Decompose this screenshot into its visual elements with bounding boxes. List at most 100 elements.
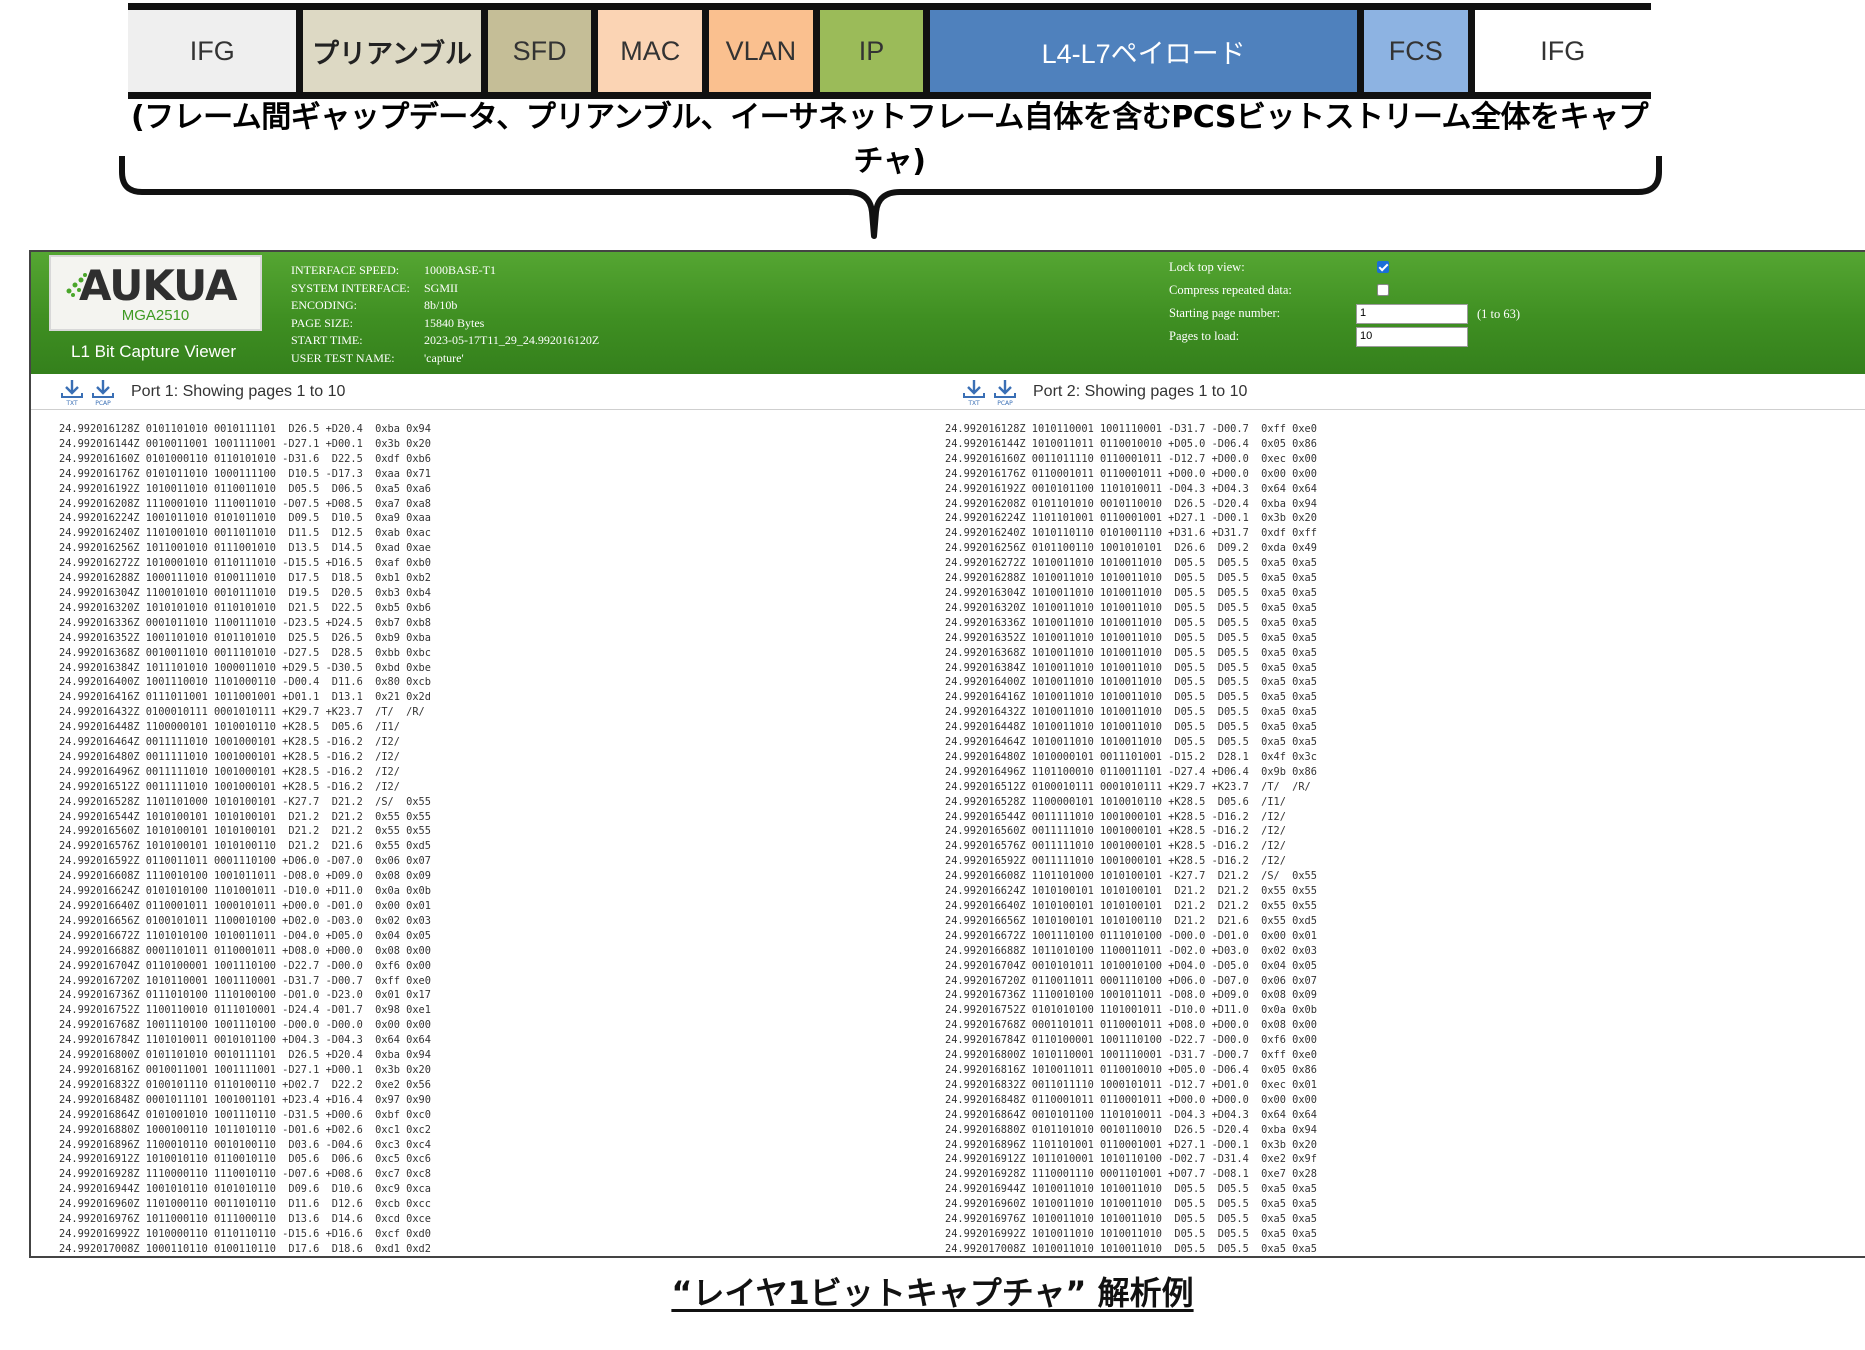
capture-line: 24.992016384Z 1010011010 1010011010 D05.… [945,661,1317,674]
capture-line: 24.992016544Z 1010100101 1010100101 D21.… [59,810,431,823]
svg-text:TXT: TXT [65,400,78,406]
compress-repeated-label: Compress repeated data: [1169,283,1292,297]
capture-line: 24.992016528Z 1100000101 1010010110 +K28… [945,795,1286,808]
info-value: 'capture' [424,350,464,365]
capture-line: 24.992016352Z 1001101010 0101101010 D25.… [59,631,431,644]
analysis-example-caption-text: “レイヤ1ビットキャプチャ” 解析例 [671,1274,1194,1312]
capture-line: 24.992016864Z 0101001010 1001110110 -D31… [59,1108,431,1121]
pcap-download-icon[interactable]: PCAP [89,378,117,406]
svg-text:TXT: TXT [967,400,980,406]
capture-line: 24.992016128Z 0101101010 0010111101 D26.… [59,423,431,435]
capture-line: 24.992016800Z 1010110001 1001110001 -D31… [945,1049,1317,1062]
capture-line: 24.992016224Z 1001011010 0101011010 D09.… [59,512,431,525]
info-label: START TIME: [291,333,363,347]
capture-line: 24.992016608Z 1110010100 1001011011 -D08… [59,870,431,883]
info-value: 2023-05-17T11_29_24.992016120Z [424,333,600,347]
capture-line: 24.992016416Z 1010011010 1010011010 D05.… [945,691,1317,704]
capture-line: 24.992016960Z 1010011010 1010011010 D05.… [945,1198,1317,1211]
txt-download-icon[interactable]: TXT [59,378,85,406]
capture-line: 24.992016336Z 0001011010 1100111010 -D23… [59,616,431,629]
capture-line: 24.992016512Z 0011111010 1001000101 +K28… [59,780,400,793]
capture-line: 24.992016928Z 1110000110 1110010110 -D07… [59,1168,431,1181]
info-row-user-test-name: USER TEST NAME: 'capture' [291,350,599,368]
frame-segment-ifg: IFG [128,10,297,92]
capture-line: 24.992016496Z 0011111010 1001000101 +K28… [59,765,400,778]
capture-line: 24.992016976Z 1011000110 0111000110 D13.… [59,1213,431,1226]
capture-line: 24.992016928Z 1110001110 0001101001 +D07… [945,1168,1317,1181]
capture-line: 24.992016832Z 0011011110 1000101011 -D12… [945,1078,1317,1091]
capture-line: 24.992016768Z 1001110100 1001110100 -D00… [59,1019,431,1032]
svg-text:PCAP: PCAP [997,400,1013,406]
curly-brace [119,156,1662,239]
capture-line: 24.992016704Z 0010101011 1010010100 +D04… [945,959,1317,972]
capture-line: 24.992016720Z 0110011011 0001110100 +D06… [945,974,1317,987]
capture-line: 24.992016208Z 1110001010 1110011010 -D07… [59,497,431,510]
capture-line: 24.992016880Z 0101101010 0010110010 D26.… [945,1123,1317,1136]
capture-line: 24.992016176Z 0110001011 0110001011 +D00… [945,467,1317,480]
pcap-download-icon[interactable]: PCAP [991,378,1019,406]
capture-line: 24.992016784Z 1101010011 0010101100 +D04… [59,1034,431,1047]
info-label: USER TEST NAME: [291,350,395,365]
frame-segment-l4-l7-: L4-L7ペイロード [930,10,1357,92]
port1-title: Port 1: Showing pages 1 to 10 [131,383,346,400]
frame-segment-ifg: IFG [1474,10,1651,92]
capture-line: 24.992016688Z 1011010100 1100011011 -D02… [945,944,1317,957]
capture-line: 24.992016272Z 1010011010 1010011010 D05.… [945,557,1317,570]
capture-line: 24.992016976Z 1010011010 1010011010 D05.… [945,1213,1317,1226]
aukua-logo: AUKUA MGA2510 [49,255,262,331]
capture-line: 24.992016720Z 1010110001 1001110001 -D31… [59,974,431,987]
capture-line: 24.992016480Z 0011111010 1001000101 +K28… [59,750,400,763]
capture-line: 24.992016816Z 1010011011 0110010010 +D05… [945,1063,1317,1076]
capture-line: 24.992016192Z 1010011010 0110011010 D05.… [59,482,431,495]
capture-line: 24.992016768Z 0001101011 0110001011 +D08… [945,1019,1317,1032]
txt-download-icon[interactable]: TXT [961,378,987,406]
capture-line: 24.992016560Z 0011111010 1001000101 +K28… [945,825,1286,838]
capture-line: 24.992016672Z 1101010100 1010011011 -D04… [59,929,431,942]
frame-segment-ip: IP [819,10,924,92]
capture-line: 24.992016624Z 1010100101 1010100101 D21.… [945,885,1317,898]
capture-line: 24.992016464Z 0011111010 1001000101 +K28… [59,736,400,749]
analysis-example-caption: “レイヤ1ビットキャプチャ” 解析例 [0,1268,1865,1314]
capture-line: 24.992016288Z 1010011010 1010011010 D05.… [945,572,1317,585]
capture-line: 24.992016672Z 1001110100 0111010100 -D00… [945,929,1317,942]
lock-top-view-label: Lock top view: [1169,260,1245,274]
info-label: ENCODING: [291,298,357,312]
capture-line: 24.992016288Z 1000111010 0100111010 D17.… [59,572,431,585]
start-page-label: Starting page number: [1169,306,1281,320]
start-page-range-hint: (1 to 63) [1477,307,1521,321]
capture-line: 24.992016480Z 1010000101 0011101001 -D15… [945,750,1317,763]
capture-line: 24.992016400Z 1010011010 1010011010 D05.… [945,676,1317,689]
capture-line: 24.992016848Z 0110001011 0110001011 +D00… [945,1093,1317,1106]
capture-line: 24.992016128Z 1010110001 1001110001 -D31… [945,423,1317,435]
capture-line: 24.992016256Z 1011001010 0111001010 D13.… [59,542,431,555]
capture-line: 24.992016752Z 0101010100 1101001011 -D10… [945,1004,1317,1017]
capture-line: 24.992016816Z 0010011001 1001111001 -D27… [59,1063,431,1076]
capture-info-table: INTERFACE SPEED: 1000BASE-T1 SYSTEM INTE… [291,262,599,367]
capture-line: 24.992016240Z 1010110110 0101001110 +D31… [945,527,1317,540]
pages-to-load-input[interactable]: 10 [1356,327,1468,347]
lock-top-view-checkbox[interactable] [1377,261,1389,273]
capture-line: 24.992016384Z 1011101010 1000011010 +D29… [59,661,431,674]
app-title: L1 Bit Capture Viewer [71,342,237,361]
capture-line: 24.992016352Z 1010011010 1010011010 D05.… [945,631,1317,644]
capture-line: 24.992016416Z 0111011001 1011001001 +D01… [59,691,431,704]
capture-line: 24.992016144Z 1010011011 0110010010 +D05… [945,437,1317,450]
port2-bit-dump: 24.992016128Z 1010110001 1001110001 -D31… [945,422,1317,1256]
frame-segment-fcs: FCS [1363,10,1468,92]
compress-repeated-checkbox[interactable] [1377,284,1389,296]
capture-line: 24.992016528Z 1101101000 1010100101 -K27… [59,795,431,808]
capture-line: 24.992016752Z 1100110010 0111010001 -D24… [59,1004,431,1017]
start-page-input[interactable]: 1 [1356,304,1468,324]
capture-line: 24.992016576Z 0011111010 1001000101 +K28… [945,840,1286,853]
capture-line: 24.992016304Z 1010011010 1010011010 D05.… [945,586,1317,599]
pages-to-load-label: Pages to load: [1169,329,1240,343]
info-row-interface-speed: INTERFACE SPEED: 1000BASE-T1 [291,262,599,280]
frame-segment--: プリアンブル [303,10,481,92]
port1-header: TXT PCAP Port 1: Showing pages 1 to 10 [59,374,345,410]
capture-line: 24.992016992Z 1010011010 1010011010 D05.… [945,1227,1317,1240]
info-value: SGMII [424,280,459,295]
capture-line: 24.992016784Z 0110100001 1001110100 -D22… [945,1034,1317,1047]
capture-line: 24.992016912Z 1011010001 1010110100 -D02… [945,1153,1317,1166]
capture-line: 24.992016400Z 1001110010 1101000110 -D00… [59,676,431,689]
capture-line: 24.992016688Z 0001101011 0110001011 +D08… [59,944,431,957]
